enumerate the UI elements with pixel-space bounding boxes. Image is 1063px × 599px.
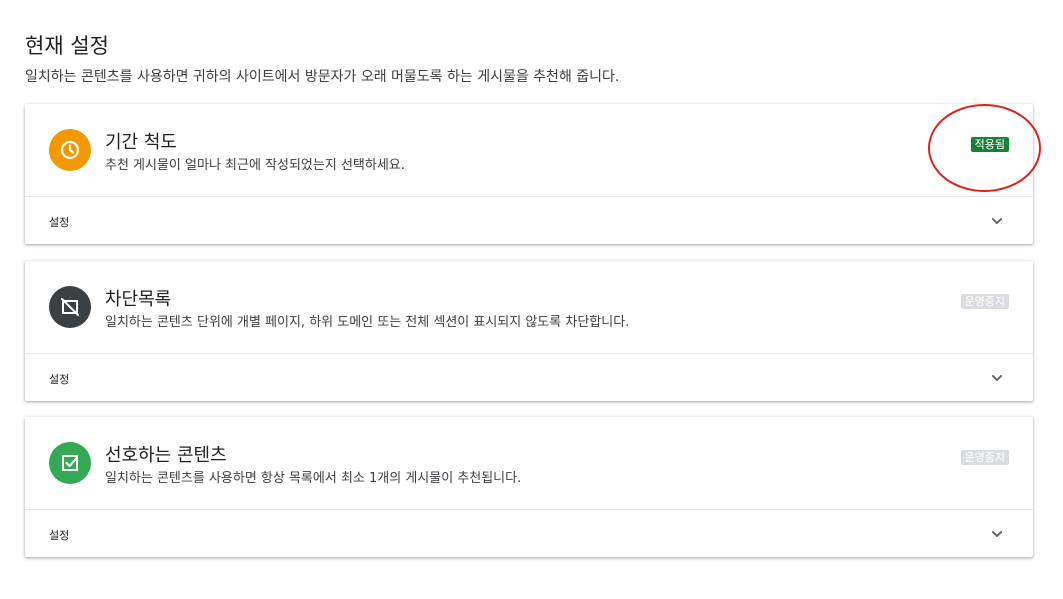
clock-icon bbox=[49, 129, 91, 171]
card-recency: 기간 척도 추천 게시물이 얼마나 최근에 작성되었는지 선택하세요. 적용됨 … bbox=[25, 104, 1033, 244]
chevron-down-icon[interactable] bbox=[987, 211, 1007, 231]
checkbox-icon bbox=[49, 442, 91, 484]
card-header: 기간 척도 추천 게시물이 얼마나 최근에 작성되었는지 선택하세요. 적용됨 bbox=[25, 104, 1033, 197]
card-title: 차단목록 bbox=[105, 289, 172, 310]
chevron-down-icon[interactable] bbox=[987, 524, 1007, 544]
card-preferred-content: 선호하는 콘텐츠 일치하는 콘텐츠를 사용하면 항상 목록에서 최소 1개의 게… bbox=[25, 417, 1033, 557]
card-header: 차단목록 일치하는 콘텐츠 단위에 개별 페이지, 하위 도메인 또는 전체 섹… bbox=[25, 261, 1033, 354]
card-subtitle: 일치하는 콘텐츠를 사용하면 항상 목록에서 최소 1개의 게시물이 추천됩니다… bbox=[105, 471, 522, 486]
blocked-icon bbox=[49, 286, 91, 328]
page-description: 일치하는 콘텐츠를 사용하면 귀하의 사이트에서 방문자가 오래 머물도록 하는… bbox=[25, 69, 620, 85]
status-badge: 운영중지 bbox=[960, 294, 1009, 309]
settings-expander[interactable]: 설정 bbox=[25, 510, 1033, 557]
status-badge: 적용됨 bbox=[970, 137, 1009, 152]
settings-expander[interactable]: 설정 bbox=[25, 197, 1033, 244]
card-subtitle: 일치하는 콘텐츠 단위에 개별 페이지, 하위 도메인 또는 전체 섹션이 표시… bbox=[105, 315, 630, 330]
settings-expander[interactable]: 설정 bbox=[25, 354, 1033, 401]
card-subtitle: 추천 게시물이 얼마나 최근에 작성되었는지 선택하세요. bbox=[105, 158, 405, 173]
card-title: 기간 척도 bbox=[105, 132, 177, 153]
settings-label: 설정 bbox=[49, 373, 70, 386]
status-badge: 운영중지 bbox=[960, 450, 1009, 465]
card-blocklist: 차단목록 일치하는 콘텐츠 단위에 개별 페이지, 하위 도메인 또는 전체 섹… bbox=[25, 261, 1033, 401]
settings-label: 설정 bbox=[49, 216, 70, 229]
chevron-down-icon[interactable] bbox=[987, 368, 1007, 388]
card-title: 선호하는 콘텐츠 bbox=[105, 445, 227, 466]
page-title: 현재 설정 bbox=[25, 34, 109, 58]
settings-label: 설정 bbox=[49, 529, 70, 542]
card-header: 선호하는 콘텐츠 일치하는 콘텐츠를 사용하면 항상 목록에서 최소 1개의 게… bbox=[25, 417, 1033, 510]
